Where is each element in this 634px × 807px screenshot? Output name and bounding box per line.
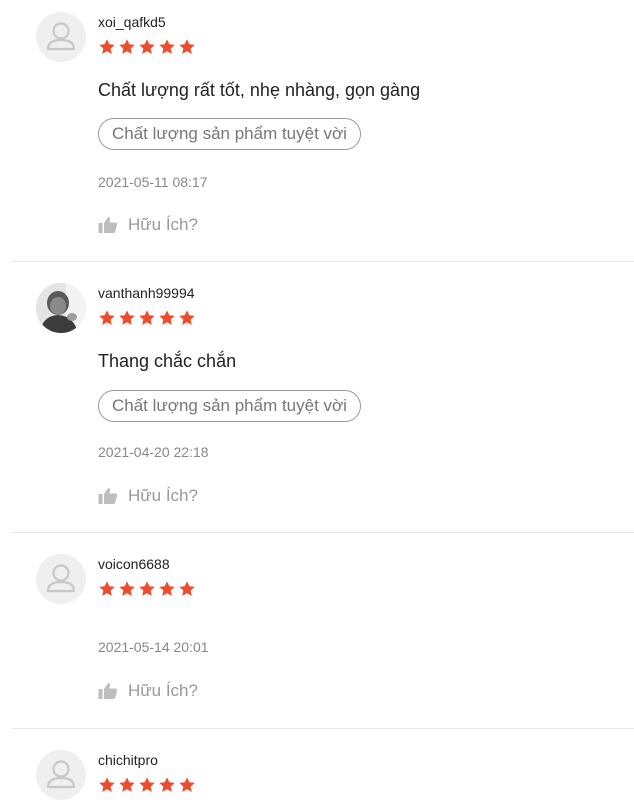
review-tag: Chất lượng sản phẩm tuyệt vời: [98, 118, 361, 150]
star-rating: [98, 580, 196, 598]
star-icon: [99, 310, 115, 325]
star-rating: [98, 776, 196, 794]
star-icon: [119, 39, 135, 54]
star-icon: [99, 777, 115, 792]
thumbs-up-icon: [98, 217, 118, 233]
review-item: voicon6688 2021-05-14 20:01 Hữu Ích?: [0, 542, 634, 729]
default-user-icon: [46, 22, 76, 51]
star-icon: [159, 310, 175, 325]
helpful-button[interactable]: Hữu Ích?: [98, 485, 198, 507]
divider: [12, 261, 634, 262]
avatar[interactable]: [36, 750, 86, 800]
star-icon: [139, 777, 155, 792]
review-item: vanthanh99994 Thang chắc chắn Chất lượng…: [0, 271, 634, 533]
star-icon: [139, 39, 155, 54]
username: voicon6688: [98, 556, 170, 572]
star-rating: [98, 309, 196, 327]
star-icon: [99, 39, 115, 54]
star-icon: [139, 581, 155, 596]
thumbs-up-icon: [98, 683, 118, 699]
review-item: xoi_qafkd5 Chất lượng rất tốt, nhẹ nhàng…: [0, 0, 634, 262]
star-icon: [179, 777, 195, 792]
avatar[interactable]: [36, 554, 86, 604]
review-date: 2021-04-20 22:18: [98, 444, 209, 460]
helpful-label: Hữu Ích?: [128, 486, 198, 505]
review-date: 2021-05-11 08:17: [98, 174, 208, 190]
star-icon: [159, 39, 175, 54]
avatar[interactable]: [36, 12, 86, 62]
review-tag: Chất lượng sản phẩm tuyệt vời: [98, 390, 361, 422]
divider: [12, 728, 634, 729]
star-icon: [159, 777, 175, 792]
username: vanthanh99994: [98, 285, 195, 301]
review-date: 2021-05-14 20:01: [98, 639, 209, 655]
default-user-icon: [46, 760, 76, 789]
helpful-button[interactable]: Hữu Ích?: [98, 214, 198, 236]
star-icon: [119, 581, 135, 596]
avatar[interactable]: [36, 283, 86, 333]
user-photo: [36, 283, 86, 333]
star-icon: [179, 39, 195, 54]
username: xoi_qafkd5: [98, 14, 166, 30]
star-icon: [179, 310, 195, 325]
review-comment: Chất lượng rất tốt, nhẹ nhàng, gọn gàng: [98, 80, 421, 100]
divider: [12, 532, 634, 533]
star-icon: [159, 581, 175, 596]
star-icon: [179, 581, 195, 596]
review-comment: Thang chắc chắn: [98, 351, 237, 371]
star-icon: [119, 777, 135, 792]
star-icon: [119, 310, 135, 325]
helpful-button[interactable]: Hữu Ích?: [98, 680, 198, 702]
review-item: chichitpro: [0, 738, 634, 807]
star-icon: [139, 310, 155, 325]
helpful-label: Hữu Ích?: [128, 215, 198, 234]
helpful-label: Hữu Ích?: [128, 681, 198, 700]
default-user-icon: [46, 564, 76, 593]
star-icon: [99, 581, 115, 596]
star-rating: [98, 38, 196, 56]
username: chichitpro: [98, 752, 158, 768]
thumbs-up-icon: [98, 488, 118, 504]
